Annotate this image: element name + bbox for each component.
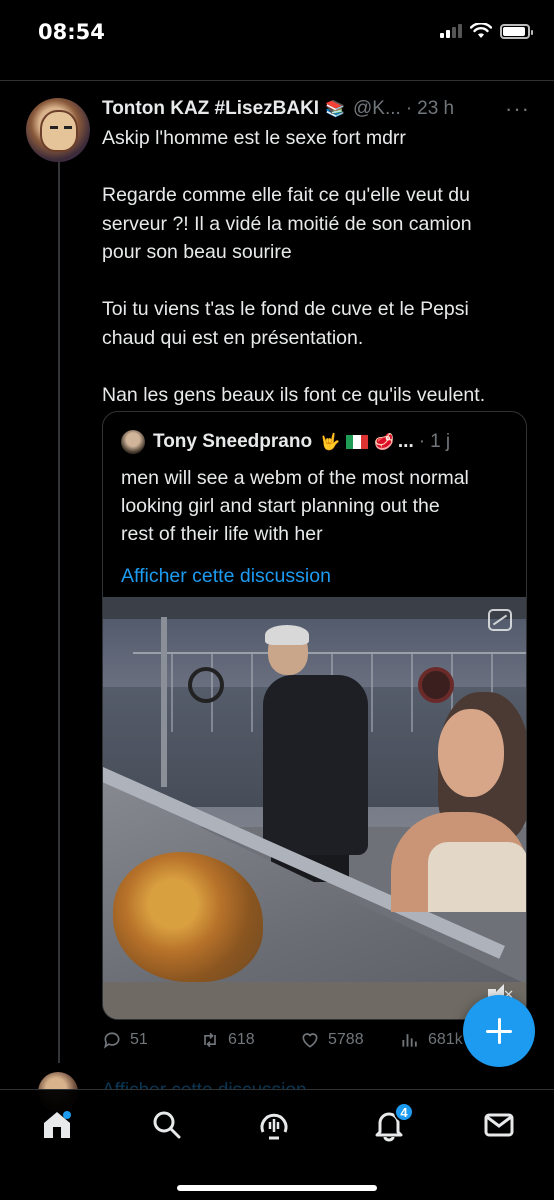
views-icon (402, 1034, 417, 1047)
quote-text: men will see a webm of the most normal l… (121, 464, 516, 548)
battery-icon (500, 23, 533, 39)
tweet-line: Regarde comme elle fait ce qu'elle veut … (102, 184, 470, 206)
tweet-line: serveur ?! Il a vidé la moitié de son ca… (102, 212, 472, 235)
tweet-line: chaud qui est en présentation. (102, 326, 364, 349)
separator: · (405, 98, 413, 119)
tweet-line: Askip l'homme est le sexe fort mdrr (102, 127, 406, 149)
retweet-button[interactable]: 618 (200, 1030, 255, 1050)
home-indicator (177, 1185, 377, 1191)
name-ellipsis: ... (397, 431, 414, 452)
tab-messages[interactable] (482, 1108, 516, 1142)
heart-icon (302, 1033, 318, 1048)
wifi-icon (470, 23, 492, 38)
views-button[interactable]: 681k (400, 1030, 463, 1050)
author-handle[interactable]: @K... (353, 98, 401, 120)
rock-hand-emoji: 🤟 (320, 434, 340, 451)
quote-tweet-card[interactable]: Tony Sneedprano 🤟 🥩 ... · 1 j men will s… (102, 411, 527, 1020)
thread-line (58, 158, 60, 1063)
quote-author-name: Tony Sneedprano (153, 431, 313, 452)
tweet-text: Askip l'homme est le sexe fort mdrr Rega… (102, 124, 532, 409)
spaces-icon (260, 1113, 288, 1140)
quote-header: Tony Sneedprano 🤟 🥩 ... · 1 j (121, 430, 512, 454)
envelope-icon (484, 1113, 514, 1137)
reply-button[interactable]: 51 (102, 1030, 148, 1050)
quote-avatar (121, 430, 145, 454)
author-name[interactable]: Tonton KAZ #LisezBAKI (102, 98, 319, 120)
search-icon (153, 1111, 181, 1139)
tab-home[interactable] (40, 1108, 74, 1142)
tweet-header: Tonton KAZ #LisezBAKI 📚 @K... · 23 h ··· (102, 96, 534, 122)
books-emoji: 📚 (325, 101, 346, 118)
status-icons (440, 23, 533, 39)
views-count: 681k (428, 1031, 463, 1048)
tweet-line: Nan les gens beaux ils font ce qu'ils ve… (102, 383, 486, 406)
quote-author-emojis: 🤟 🥩 (320, 432, 394, 452)
quote-line: men will see a webm of the most normal (121, 467, 469, 489)
meat-emoji: 🥩 (373, 434, 394, 451)
italy-flag-icon (345, 435, 368, 449)
tab-search[interactable] (150, 1108, 184, 1142)
plus-icon (486, 1018, 512, 1044)
notification-badge: 4 (394, 1102, 414, 1122)
tweet-line: Toi tu viens t'as le fond de cuve et le … (102, 298, 469, 320)
status-bar: 08:54 (0, 0, 554, 64)
cellular-signal-icon (440, 24, 462, 38)
tweet-time[interactable]: 23 h (417, 98, 454, 120)
tab-spaces[interactable] (257, 1108, 291, 1142)
retweet-count: 618 (228, 1031, 255, 1048)
quote-time: 1 j (430, 431, 451, 452)
more-dots-icon[interactable]: ··· (505, 96, 530, 122)
tweet-line: pour son beau sourire (102, 241, 292, 263)
separator: · (418, 431, 426, 452)
compose-button[interactable] (463, 995, 535, 1067)
reply-count: 51 (130, 1031, 148, 1048)
like-count: 5788 (328, 1031, 364, 1048)
quote-line: rest of their life with her (121, 523, 323, 545)
status-time: 08:54 (38, 20, 105, 44)
tweet-actions: 51 618 5788 681k (102, 1030, 482, 1058)
show-thread-link[interactable]: Afficher cette discussion (121, 565, 331, 588)
home-icon (44, 1111, 71, 1138)
bottom-tab-bar: 4 (0, 1089, 554, 1200)
like-button[interactable]: 5788 (300, 1030, 364, 1050)
divider (0, 80, 554, 81)
reply-icon (104, 1032, 120, 1049)
quote-video[interactable]: ✕ (103, 597, 526, 1019)
retweet-icon (204, 1032, 216, 1048)
quote-line: looking girl and start planning out the (121, 495, 440, 517)
author-avatar[interactable] (26, 98, 90, 162)
gif-icon[interactable] (488, 609, 512, 631)
